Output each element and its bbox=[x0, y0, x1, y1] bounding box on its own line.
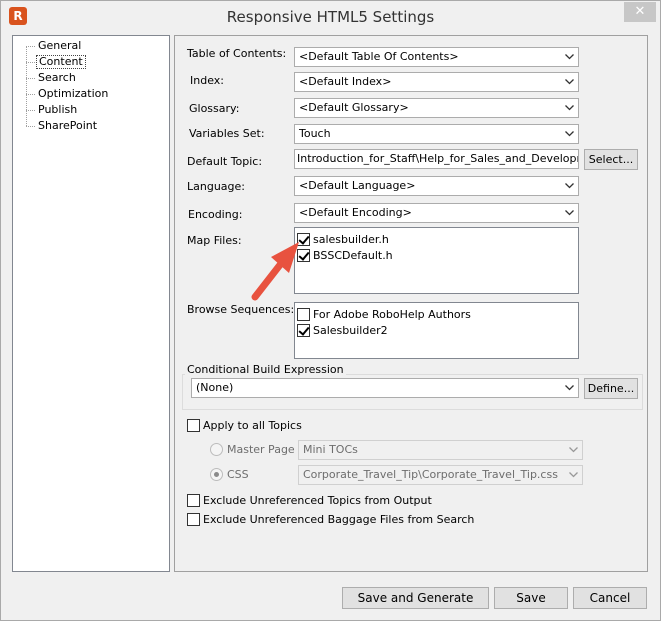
master-page-select[interactable]: Mini TOCs bbox=[298, 440, 583, 460]
encoding-select[interactable]: <Default Encoding> bbox=[294, 203, 579, 223]
index-select[interactable]: <Default Index> bbox=[294, 72, 579, 92]
map-file-item[interactable]: BSSCDefault.h bbox=[297, 247, 393, 263]
chevron-down-icon bbox=[561, 379, 578, 397]
chevron-down-icon bbox=[565, 466, 582, 484]
map-file-item[interactable]: salesbuilder.h bbox=[297, 231, 389, 247]
apply-all-topics[interactable]: Apply to all Topics bbox=[187, 417, 302, 433]
map-files-list: salesbuilder.h BSSCDefault.h bbox=[294, 227, 579, 294]
window-title: Responsive HTML5 Settings bbox=[226, 8, 435, 26]
settings-dialog: R Responsive HTML5 Settings ✕ General Co… bbox=[0, 0, 661, 621]
chevron-down-icon bbox=[561, 73, 578, 91]
variables-set-label: Variables Set: bbox=[189, 127, 265, 140]
checkbox[interactable] bbox=[187, 418, 200, 432]
css-select[interactable]: Corporate_Travel_Tip\Corporate_Travel_Ti… bbox=[298, 465, 583, 485]
tree-item-optimization[interactable]: Optimization bbox=[26, 87, 110, 101]
tree-item-publish[interactable]: Publish bbox=[26, 103, 79, 117]
chevron-down-icon bbox=[565, 441, 582, 459]
language-label: Language: bbox=[187, 180, 245, 193]
checkbox[interactable] bbox=[297, 307, 310, 321]
chevron-down-icon bbox=[561, 204, 578, 222]
save-button[interactable]: Save bbox=[494, 587, 568, 609]
default-topic-label: Default Topic: bbox=[187, 155, 263, 168]
tree-item-content[interactable]: Content bbox=[26, 55, 86, 69]
save-and-generate-button[interactable]: Save and Generate bbox=[342, 587, 489, 609]
checkbox[interactable] bbox=[187, 493, 200, 507]
exclude-baggage-checkbox-row[interactable]: Exclude Unreferenced Baggage Files from … bbox=[187, 511, 474, 527]
cancel-button[interactable]: Cancel bbox=[573, 587, 647, 609]
content-panel: Table of Contents: <Default Table Of Con… bbox=[174, 35, 648, 572]
encoding-label: Encoding: bbox=[188, 208, 243, 221]
browse-sequence-item[interactable]: For Adobe RoboHelp Authors bbox=[297, 306, 471, 322]
title-bar: R Responsive HTML5 Settings ✕ bbox=[1, 1, 660, 33]
chevron-down-icon bbox=[561, 177, 578, 195]
define-button[interactable]: Define... bbox=[584, 378, 638, 399]
select-topic-button[interactable]: Select... bbox=[584, 149, 638, 170]
radio-button[interactable] bbox=[210, 442, 223, 456]
glossary-label: Glossary: bbox=[189, 102, 240, 115]
conditional-build-label: Conditional Build Expression bbox=[185, 363, 346, 376]
css-radio[interactable]: CSS bbox=[210, 466, 249, 482]
toc-select[interactable]: <Default Table Of Contents> bbox=[294, 47, 579, 67]
checkbox[interactable] bbox=[297, 323, 310, 337]
index-label: Index: bbox=[190, 74, 224, 87]
toc-label: Table of Contents: bbox=[187, 47, 287, 60]
variables-set-select[interactable]: Touch bbox=[294, 124, 579, 144]
chevron-down-icon bbox=[561, 125, 578, 143]
tree-item-search[interactable]: Search bbox=[26, 71, 78, 85]
browse-sequence-item[interactable]: Salesbuilder2 bbox=[297, 322, 388, 338]
language-select[interactable]: <Default Language> bbox=[294, 176, 579, 196]
conditional-build-select[interactable]: (None) bbox=[191, 378, 579, 398]
master-page-radio[interactable]: Master Page bbox=[210, 441, 295, 457]
exclude-topics-checkbox-row[interactable]: Exclude Unreferenced Topics from Output bbox=[187, 492, 432, 508]
chevron-down-icon bbox=[561, 48, 578, 66]
close-button[interactable]: ✕ bbox=[624, 2, 656, 22]
tree-item-sharepoint[interactable]: SharePoint bbox=[26, 119, 99, 133]
browse-sequences-list: For Adobe RoboHelp Authors Salesbuilder2 bbox=[294, 302, 579, 359]
checkbox[interactable] bbox=[187, 512, 200, 526]
chevron-down-icon bbox=[561, 99, 578, 117]
tree-item-general[interactable]: General bbox=[26, 39, 83, 53]
default-topic-field[interactable]: Introduction_for_Staff\Help_for_Sales_an… bbox=[294, 149, 579, 169]
radio-button[interactable] bbox=[210, 467, 223, 481]
glossary-select[interactable]: <Default Glossary> bbox=[294, 98, 579, 118]
map-files-label: Map Files: bbox=[187, 234, 242, 247]
annotation-arrow-icon bbox=[251, 242, 299, 301]
settings-tree: General Content Search Optimization Publ… bbox=[12, 35, 170, 572]
